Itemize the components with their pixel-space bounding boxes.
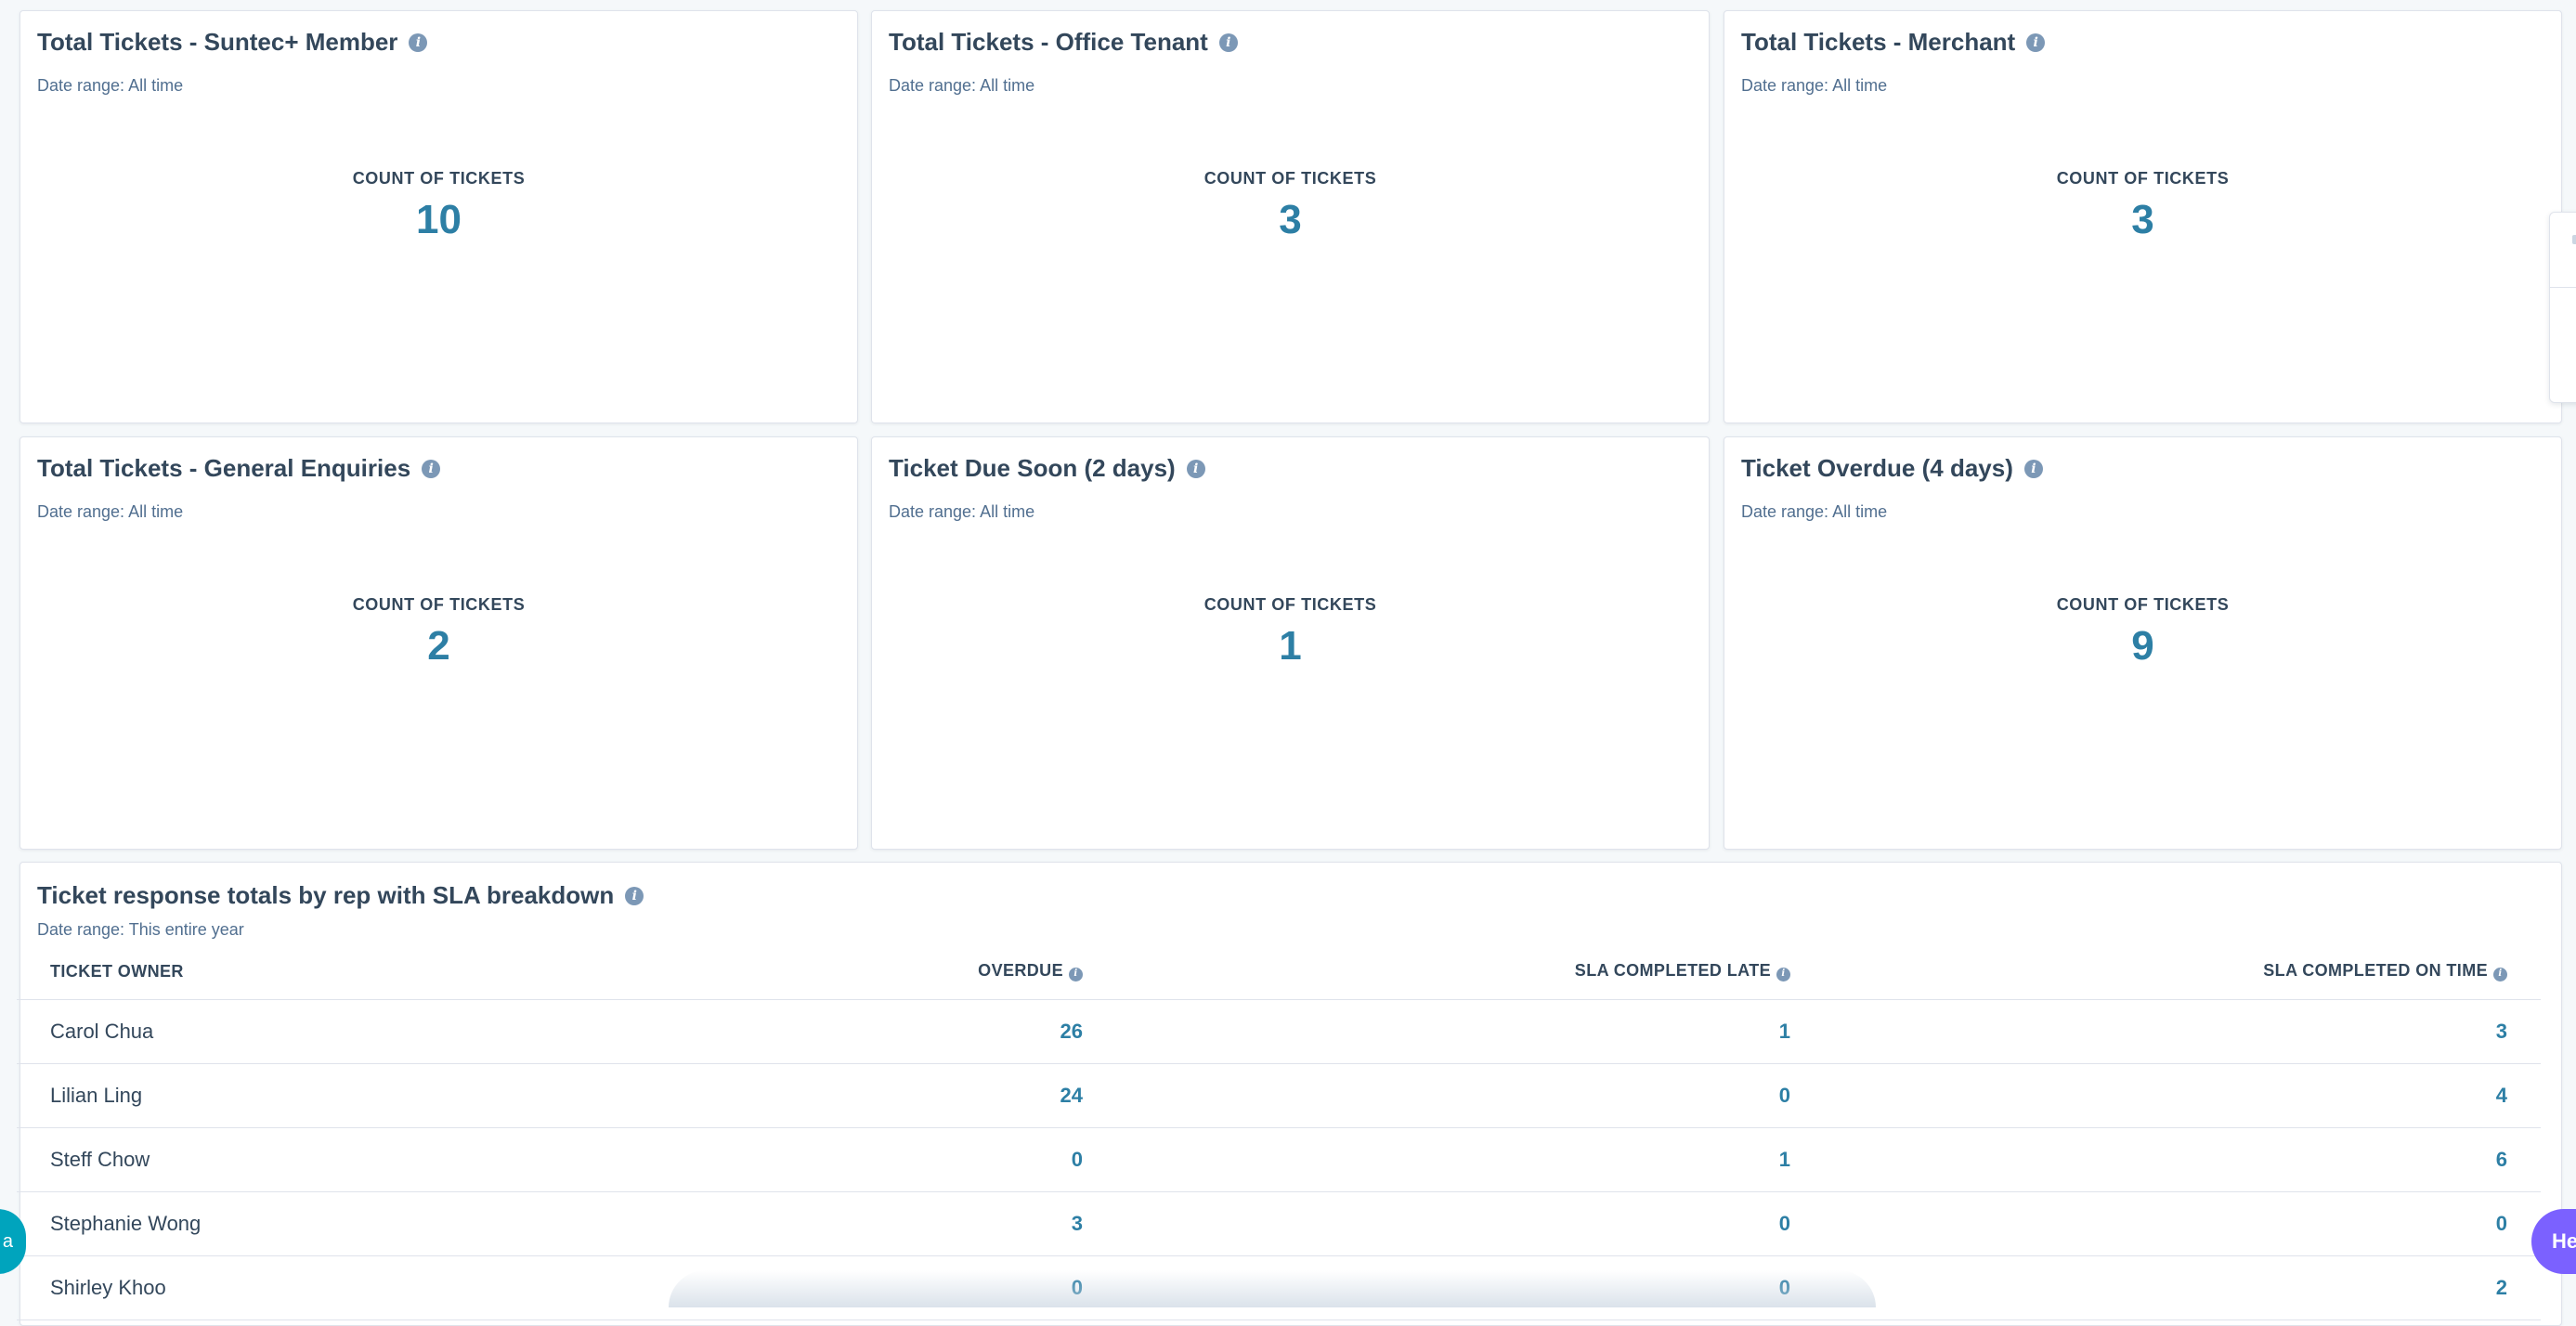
sla-late-value[interactable]: 0 [1116, 1063, 1824, 1128]
date-range-label: Date range: All time [889, 502, 1035, 521]
divider [2550, 287, 2576, 288]
card-title[interactable]: Total Tickets - Merchant i [1741, 28, 2046, 57]
metric-label: COUNT OF TICKETS [2056, 169, 2230, 188]
card-title[interactable]: Ticket response totals by rep with SLA b… [37, 881, 644, 910]
sla-late-value[interactable]: 1 [1116, 999, 1824, 1064]
date-range-label: Date range: All time [1741, 502, 1888, 521]
card-title-text[interactable]: Total Tickets - Office Tenant [889, 28, 1208, 57]
table-row: Carol Chua 26 1 3 [17, 999, 2541, 1064]
owner-name: Shirley Khoo [17, 1255, 678, 1320]
owner-name: Carol Chua [17, 999, 678, 1064]
sla-late-value[interactable]: 0 [1116, 1191, 1824, 1256]
report-card-merchant[interactable]: Total Tickets - Merchant i Date range: A… [1724, 10, 2562, 423]
column-header-ticket-owner[interactable]: TICKET OWNER [17, 943, 678, 1000]
date-range-label: Date range: All time [889, 76, 1035, 95]
overdue-value[interactable]: 24 [678, 1063, 1116, 1128]
card-title[interactable]: Ticket Due Soon (2 days) i [889, 454, 1205, 483]
info-icon[interactable]: i [1218, 32, 1238, 52]
sla-on-time-value[interactable]: 6 [1824, 1127, 2541, 1192]
card-title-text[interactable]: Ticket Overdue (4 days) [1741, 454, 2013, 483]
sla-on-time-value[interactable]: 0 [1824, 1191, 2541, 1256]
owner-name: Steff Chow [17, 1127, 678, 1192]
date-range-label: Date range: All time [1741, 76, 1888, 95]
date-range-label: Date range: This entire year [37, 920, 244, 939]
card-title[interactable]: Total Tickets - Office Tenant i [889, 28, 1238, 57]
metric-value[interactable]: 3 [1724, 197, 2561, 243]
report-card-office-tenant[interactable]: Total Tickets - Office Tenant i Date ran… [871, 10, 1710, 423]
card-title-text[interactable]: Ticket response totals by rep with SLA b… [37, 881, 614, 910]
card-title-text[interactable]: Total Tickets - Merchant [1741, 28, 2015, 57]
column-header-overdue[interactable]: OVERDUE i [678, 943, 1116, 1000]
metric-label: COUNT OF TICKETS [2056, 595, 2230, 614]
info-icon[interactable]: i [1776, 967, 1790, 982]
card-title-text[interactable]: Ticket Due Soon (2 days) [889, 454, 1176, 483]
metric-label: COUNT OF TICKETS [1203, 169, 1377, 188]
sla-on-time-value[interactable]: 4 [1824, 1063, 2541, 1128]
table-row: Lilian Ling 24 0 4 [17, 1063, 2541, 1128]
metric-value[interactable]: 10 [20, 197, 857, 243]
info-icon[interactable]: i [1069, 967, 1083, 982]
chat-widget-label: a [2, 1230, 13, 1252]
report-card-overdue[interactable]: Ticket Overdue (4 days) i Date range: Al… [1724, 436, 2562, 850]
metric-value[interactable]: 2 [20, 623, 857, 670]
metric-value[interactable]: 1 [872, 623, 1709, 670]
sla-breakdown-table: TICKET OWNER OVERDUE i SLA COMPLETED LATE… [17, 943, 2541, 1320]
info-icon[interactable]: i [2023, 459, 2043, 478]
card-title[interactable]: Total Tickets - General Enquiries i [37, 454, 441, 483]
metric-label: COUNT OF TICKETS [352, 169, 526, 188]
info-icon[interactable]: i [1186, 459, 1205, 478]
owner-name: Lilian Ling [17, 1063, 678, 1128]
card-title[interactable]: Ticket Overdue (4 days) i [1741, 454, 2043, 483]
overdue-value[interactable]: 0 [678, 1127, 1116, 1192]
help-button-label: Hel [2552, 1229, 2576, 1253]
info-icon[interactable]: i [2026, 32, 2046, 52]
sla-on-time-value[interactable]: 3 [1824, 999, 2541, 1064]
side-panel-tab[interactable] [2549, 212, 2576, 403]
card-title-text[interactable]: Total Tickets - Suntec+ Member [37, 28, 397, 57]
date-range-label: Date range: All time [37, 502, 184, 521]
info-icon[interactable]: i [2493, 967, 2507, 982]
info-icon[interactable]: i [625, 886, 644, 905]
panel-handle-icon [2572, 235, 2576, 244]
table-header-row: TICKET OWNER OVERDUE i SLA COMPLETED LATE… [17, 943, 2541, 1000]
sla-late-value[interactable]: 1 [1116, 1127, 1824, 1192]
info-icon[interactable]: i [422, 459, 441, 478]
metric-value[interactable]: 9 [1724, 623, 2561, 670]
bottom-toolbar-shadow [669, 1270, 1876, 1307]
card-title-text[interactable]: Total Tickets - General Enquiries [37, 454, 410, 483]
overdue-value[interactable]: 3 [678, 1191, 1116, 1256]
column-header-sla-completed-on-time[interactable]: SLA COMPLETED ON TIME i [1824, 943, 2541, 1000]
report-card-suntec-member[interactable]: Total Tickets - Suntec+ Member i Date ra… [20, 10, 858, 423]
overdue-value[interactable]: 26 [678, 999, 1116, 1064]
table-row: Stephanie Wong 3 0 0 [17, 1191, 2541, 1256]
date-range-label: Date range: All time [37, 76, 184, 95]
metric-label: COUNT OF TICKETS [352, 595, 526, 614]
sla-on-time-value[interactable]: 2 [1824, 1255, 2541, 1320]
owner-name: Stephanie Wong [17, 1191, 678, 1256]
card-title[interactable]: Total Tickets - Suntec+ Member i [37, 28, 428, 57]
info-icon[interactable]: i [409, 32, 428, 52]
metric-label: COUNT OF TICKETS [1203, 595, 1377, 614]
column-header-sla-completed-late[interactable]: SLA COMPLETED LATE i [1116, 943, 1824, 1000]
report-card-due-soon[interactable]: Ticket Due Soon (2 days) i Date range: A… [871, 436, 1710, 850]
metric-value[interactable]: 3 [872, 197, 1709, 243]
table-row: Steff Chow 0 1 6 [17, 1127, 2541, 1192]
report-card-general-enquiries[interactable]: Total Tickets - General Enquiries i Date… [20, 436, 858, 850]
